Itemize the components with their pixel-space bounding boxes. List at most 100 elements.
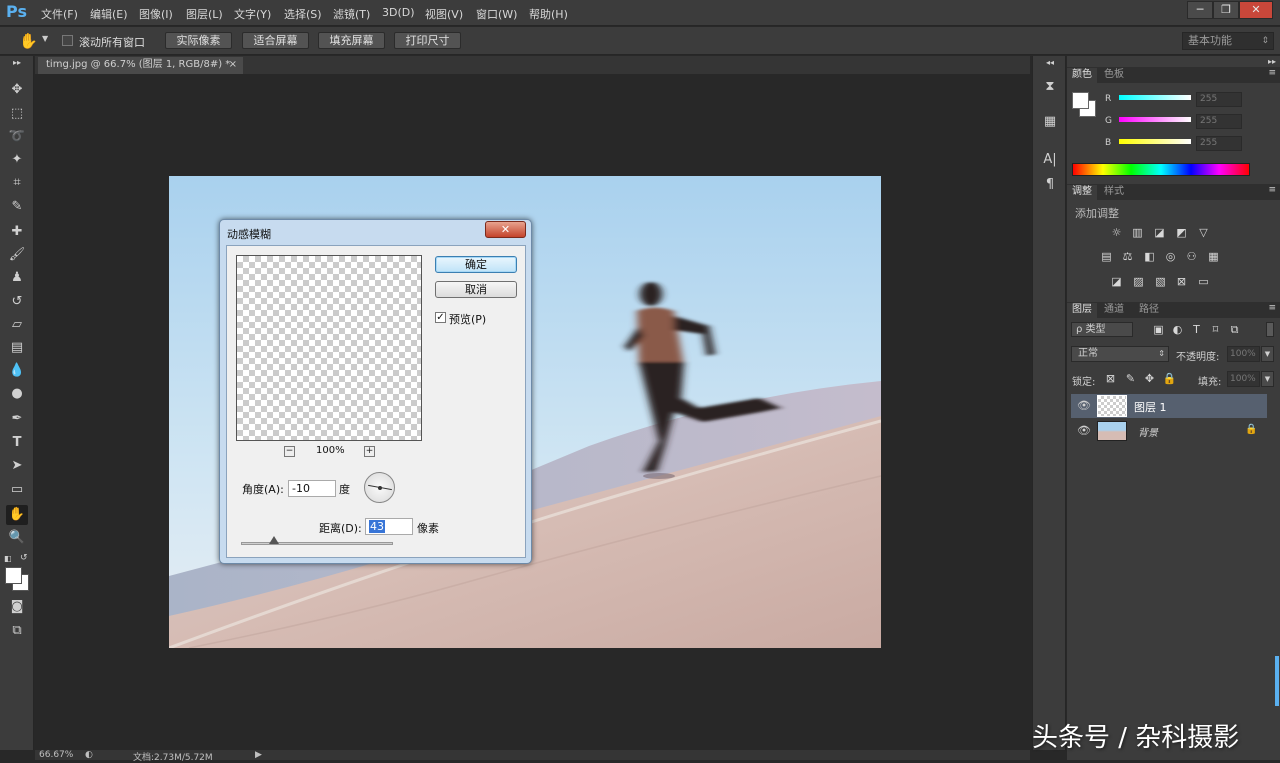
- distance-input[interactable]: 43: [365, 518, 413, 535]
- blur-tool-icon[interactable]: 💧: [6, 361, 28, 381]
- lock-all-icon[interactable]: 🔒: [1162, 372, 1177, 386]
- curves-icon[interactable]: ◪: [1152, 226, 1167, 240]
- tab-color[interactable]: 颜色: [1067, 68, 1097, 83]
- restore-button[interactable]: ❐: [1213, 1, 1239, 19]
- exposure-icon[interactable]: ◩: [1174, 226, 1189, 240]
- print-size-button[interactable]: 打印尺寸: [394, 32, 461, 49]
- hand-tool-active-icon[interactable]: ✋: [6, 505, 28, 525]
- filter-smart-object-icon[interactable]: ⧉: [1227, 323, 1242, 337]
- actual-pixels-button[interactable]: 实际像素: [165, 32, 232, 49]
- panels-collapse-icon[interactable]: ▸▸: [1268, 57, 1276, 66]
- zoom-out-button[interactable]: −: [284, 446, 295, 457]
- channel-r-value[interactable]: 255: [1196, 92, 1242, 107]
- minimize-button[interactable]: ─: [1187, 1, 1213, 19]
- filter-type-icon[interactable]: T: [1189, 323, 1204, 337]
- clone-stamp-tool-icon[interactable]: ♟: [6, 268, 28, 288]
- hue-saturation-icon[interactable]: ▤: [1099, 250, 1114, 264]
- layer-filter-select[interactable]: ρ 类型: [1071, 322, 1133, 337]
- fill-screen-button[interactable]: 填充屏幕: [318, 32, 385, 49]
- rectangle-tool-icon[interactable]: ▭: [6, 480, 28, 500]
- color-balance-icon[interactable]: ⚖: [1120, 250, 1135, 264]
- pen-tool-icon[interactable]: ✒: [6, 409, 28, 429]
- menu-help[interactable]: 帮助(H): [529, 6, 568, 22]
- character-panel-icon[interactable]: A|: [1041, 151, 1059, 169]
- layer-row-background[interactable]: 👁 背景 🔒: [1071, 419, 1267, 443]
- ok-button[interactable]: 确定: [435, 256, 517, 273]
- default-colors-icon[interactable]: ◧: [4, 554, 12, 563]
- layer-row-layer1[interactable]: 👁 图层 1: [1071, 394, 1267, 418]
- scroll-all-checkbox[interactable]: [62, 35, 73, 46]
- fill-dropdown-icon[interactable]: ▼: [1261, 371, 1274, 387]
- brightness-contrast-icon[interactable]: ☼: [1109, 226, 1124, 240]
- black-white-icon[interactable]: ◧: [1142, 250, 1157, 264]
- paragraph-panel-icon[interactable]: ¶: [1041, 176, 1059, 194]
- workspace-select[interactable]: 基本功能 ⇕: [1182, 32, 1274, 50]
- menu-type[interactable]: 文字(Y): [234, 6, 271, 22]
- layer-visibility-eye-icon[interactable]: 👁: [1077, 424, 1091, 437]
- color-spectrum-ramp[interactable]: [1072, 163, 1250, 176]
- menu-image[interactable]: 图像(I): [139, 6, 173, 22]
- tab-channels[interactable]: 通道: [1099, 303, 1129, 318]
- fit-screen-button[interactable]: 适合屏幕: [242, 32, 309, 49]
- menu-filter[interactable]: 滤镜(T): [333, 6, 370, 22]
- quick-mask-icon[interactable]: ◙: [6, 597, 28, 617]
- swap-colors-icon[interactable]: ↺: [20, 553, 28, 563]
- marquee-tool-icon[interactable]: ⬚: [6, 104, 28, 124]
- tab-paths[interactable]: 路径: [1134, 303, 1164, 318]
- filter-adjustment-icon[interactable]: ◐: [1170, 323, 1185, 337]
- lasso-tool-icon[interactable]: ➰: [6, 127, 28, 147]
- close-button[interactable]: ✕: [1239, 1, 1273, 19]
- color-lookup-icon[interactable]: ▦: [1206, 250, 1221, 264]
- layer-visibility-eye-icon[interactable]: 👁: [1077, 399, 1091, 412]
- angle-input[interactable]: -10: [288, 480, 336, 497]
- filter-preview[interactable]: [236, 255, 422, 441]
- tab-styles[interactable]: 样式: [1099, 185, 1129, 200]
- foreground-color-swatch[interactable]: [5, 567, 22, 584]
- layer-name[interactable]: 背景: [1138, 424, 1158, 439]
- angle-dial[interactable]: [364, 472, 395, 503]
- move-tool-icon[interactable]: ✥: [6, 80, 28, 100]
- menu-3d[interactable]: 3D(D): [382, 6, 415, 19]
- status-menu-arrow-icon[interactable]: ▶: [255, 750, 262, 760]
- opacity-dropdown-icon[interactable]: ▼: [1261, 346, 1274, 362]
- dodge-tool-icon[interactable]: ●: [6, 384, 28, 404]
- menu-view[interactable]: 视图(V): [425, 6, 463, 22]
- selective-color-icon[interactable]: ⊠: [1174, 275, 1189, 289]
- channel-g-value[interactable]: 255: [1196, 114, 1242, 129]
- channel-mixer-icon[interactable]: ⚇: [1184, 250, 1199, 264]
- menu-window[interactable]: 窗口(W): [476, 6, 517, 22]
- posterize-icon[interactable]: ▨: [1131, 275, 1146, 289]
- channel-r-slider[interactable]: [1119, 95, 1191, 100]
- menu-file[interactable]: 文件(F): [41, 6, 78, 22]
- channel-b-value[interactable]: 255: [1196, 136, 1242, 151]
- layer-name[interactable]: 图层 1: [1134, 399, 1167, 415]
- type-tool-icon[interactable]: T: [6, 433, 28, 453]
- filter-pixel-icon[interactable]: ▣: [1151, 323, 1166, 337]
- tab-close-icon[interactable]: ×: [229, 57, 237, 73]
- dock-collapse-icon[interactable]: ◂◂: [1041, 58, 1059, 68]
- threshold-icon[interactable]: ▧: [1153, 275, 1168, 289]
- blend-mode-select[interactable]: 正常 ⇕: [1071, 346, 1169, 362]
- gradient-map-icon[interactable]: ▭: [1196, 275, 1211, 289]
- zoom-in-button[interactable]: +: [364, 446, 375, 457]
- filter-shape-icon[interactable]: ⌑: [1208, 323, 1223, 337]
- channel-b-slider[interactable]: [1119, 139, 1191, 144]
- eraser-tool-icon[interactable]: ▱: [6, 315, 28, 335]
- history-panel-icon[interactable]: ⧗: [1041, 78, 1059, 96]
- zoom-status[interactable]: 66.67%: [39, 750, 73, 760]
- screen-mode-icon[interactable]: ⧉: [6, 621, 28, 641]
- tab-layers[interactable]: 图层: [1067, 303, 1097, 318]
- document-tab[interactable]: timg.jpg @ 66.7% (图层 1, RGB/8#) * ×: [38, 57, 243, 74]
- magic-wand-tool-icon[interactable]: ✦: [6, 150, 28, 170]
- vibrance-icon[interactable]: ▽: [1196, 226, 1211, 240]
- zoom-tool-icon[interactable]: 🔍: [6, 528, 28, 548]
- adjust-panel-menu-icon[interactable]: ≡: [1268, 185, 1276, 195]
- tab-swatches[interactable]: 色板: [1099, 68, 1129, 83]
- layers-panel-menu-icon[interactable]: ≡: [1268, 303, 1276, 313]
- cancel-button[interactable]: 取消: [435, 281, 517, 298]
- menu-select[interactable]: 选择(S): [284, 6, 322, 22]
- opacity-input[interactable]: 100%: [1227, 346, 1260, 362]
- path-selection-tool-icon[interactable]: ➤: [6, 456, 28, 476]
- invert-icon[interactable]: ◪: [1109, 275, 1124, 289]
- status-info-icon[interactable]: ◐: [85, 750, 93, 760]
